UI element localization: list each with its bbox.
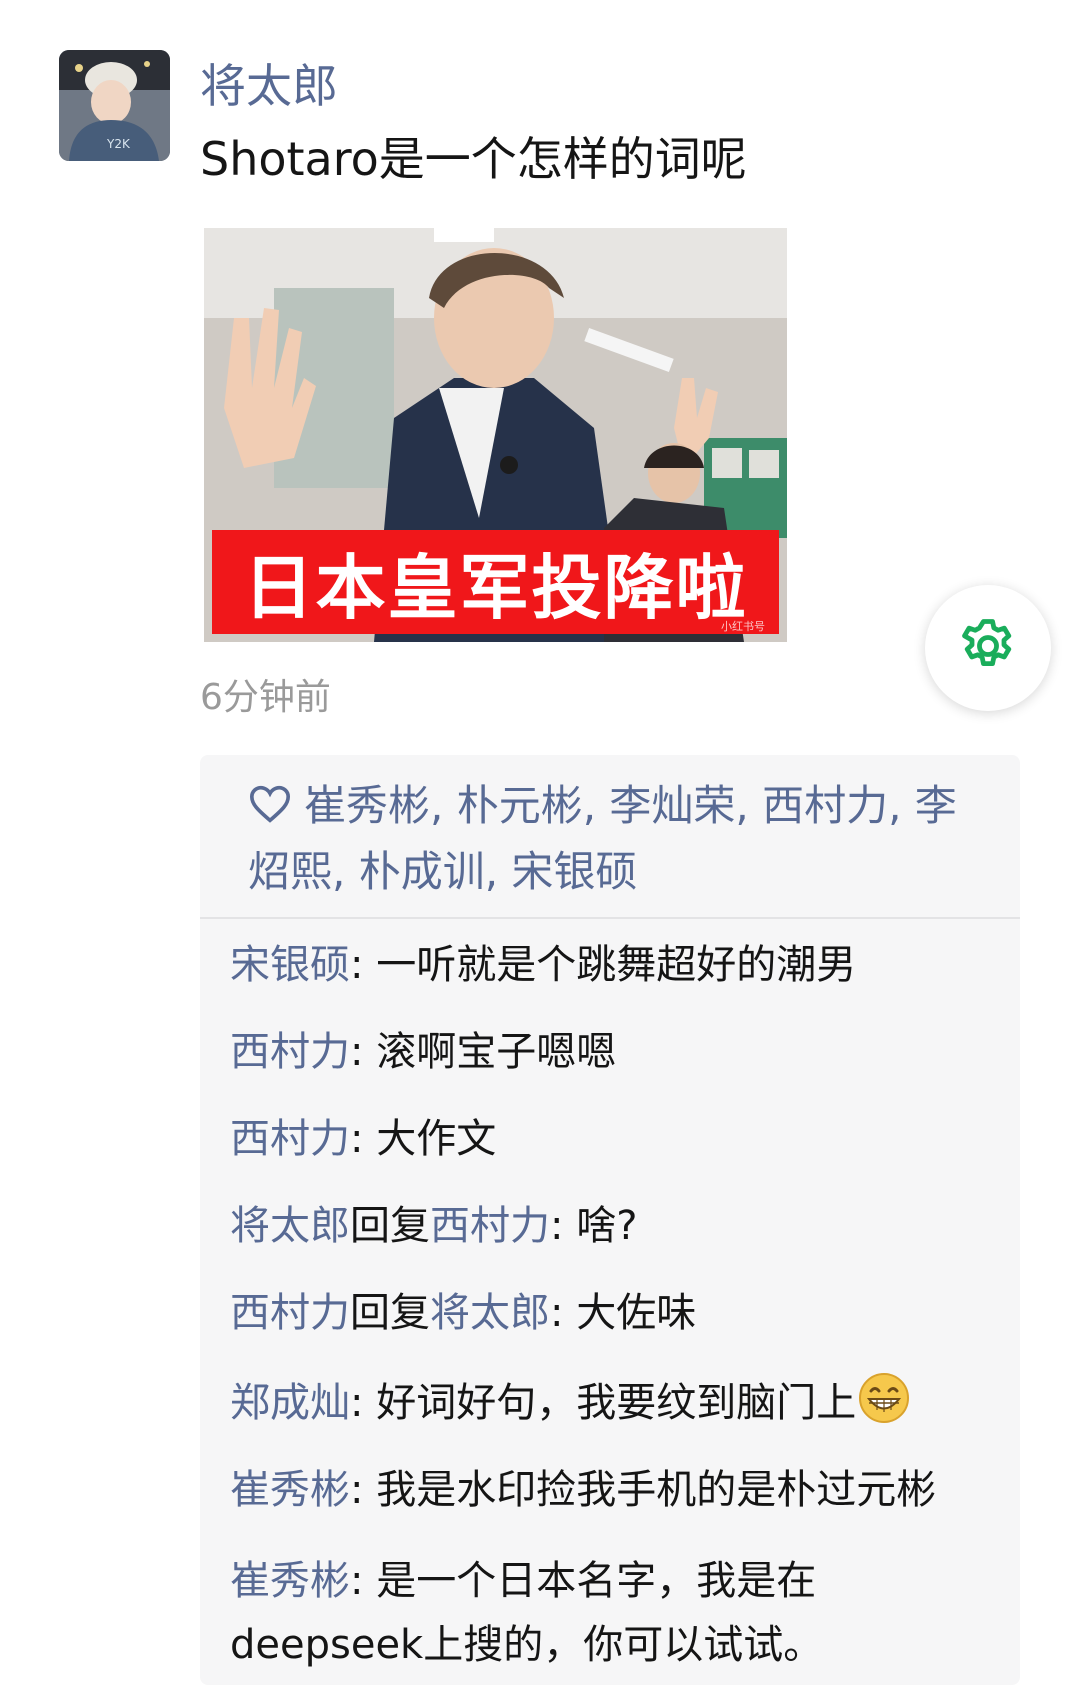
post-text: Shotaro是一个怎样的词呢 — [200, 132, 747, 186]
comment-text: 滚啊宝子嗯嗯 — [376, 1029, 617, 1075]
comment-author[interactable]: 崔秀彬 — [230, 1558, 350, 1604]
post-image[interactable]: 日本皇军投降啦 小红书号 — [204, 228, 787, 642]
comment-text: 一听就是个跳舞超好的潮男 — [376, 942, 857, 988]
post-image-watermark: 小红书号 — [721, 620, 765, 633]
comment-separator: : — [350, 1116, 377, 1162]
gear-icon — [956, 614, 1020, 682]
post-image-caption: 日本皇军投降啦 — [243, 546, 748, 629]
comment-separator: : — [350, 1467, 377, 1513]
grin-emoji-icon — [858, 1372, 910, 1424]
comment-author[interactable]: 西村力 — [230, 1029, 350, 1075]
comment-author[interactable]: 宋银硕 — [230, 942, 350, 988]
reply-target[interactable]: 将太郎 — [430, 1290, 550, 1336]
comment-text: 大作文 — [376, 1116, 497, 1162]
comment-item[interactable]: 崔秀彬: 是一个日本名字，我是在deepseek上搜的，你可以试试。 — [230, 1549, 870, 1677]
comment-separator: : — [350, 942, 377, 988]
comment-item[interactable]: 宋银硕: 一听就是个跳舞超好的潮男 — [230, 937, 1000, 993]
likes-row: 崔秀彬, 朴元彬, 李灿荣, 西村力, 李炤熙, 朴成训, 宋银硕 — [248, 773, 988, 905]
comment-separator: : — [550, 1290, 577, 1336]
author-avatar[interactable]: Y2K — [59, 50, 170, 161]
heart-icon[interactable] — [248, 777, 292, 823]
comment-item[interactable]: 西村力回复将太郎: 大佐味 — [230, 1285, 1000, 1341]
comment-separator: : — [350, 1029, 377, 1075]
reply-word: 回复 — [350, 1203, 430, 1249]
interaction-panel: 崔秀彬, 朴元彬, 李灿荣, 西村力, 李炤熙, 朴成训, 宋银硕 宋银硕: 一… — [200, 755, 1020, 1685]
comment-separator: : — [350, 1380, 377, 1426]
post-timestamp: 6分钟前 — [200, 677, 331, 718]
comment-author[interactable]: 西村力 — [230, 1290, 350, 1336]
settings-button[interactable] — [925, 585, 1051, 711]
comment-text: 啥? — [576, 1203, 638, 1249]
comment-author[interactable]: 西村力 — [230, 1116, 350, 1162]
svg-text:Y2K: Y2K — [106, 137, 131, 151]
comment-author[interactable]: 将太郎 — [230, 1203, 350, 1249]
comment-item[interactable]: 郑成灿: 好词好句，我要纹到脑门上 — [230, 1372, 1000, 1431]
post-author-name[interactable]: 将太郎 — [200, 58, 338, 114]
comment-text: 好词好句，我要纹到脑门上 — [376, 1380, 857, 1426]
comment-item[interactable]: 将太郎回复西村力: 啥? — [230, 1198, 1000, 1254]
comment-item[interactable]: 崔秀彬: 我是水印捡我手机的是朴过元彬 — [230, 1462, 1000, 1518]
comment-item[interactable]: 西村力: 大作文 — [230, 1111, 1000, 1167]
comment-text: 大佐味 — [576, 1290, 697, 1336]
comment-list: 宋银硕: 一听就是个跳舞超好的潮男 西村力: 滚啊宝子嗯嗯 西村力: 大作文 将… — [230, 937, 1000, 1708]
comment-author[interactable]: 郑成灿 — [230, 1380, 350, 1426]
divider — [200, 917, 1020, 919]
post-image-caption-banner: 日本皇军投降啦 — [212, 530, 779, 634]
reply-target[interactable]: 西村力 — [430, 1203, 550, 1249]
comment-item[interactable]: 西村力: 滚啊宝子嗯嗯 — [230, 1024, 1000, 1080]
comment-author[interactable]: 崔秀彬 — [230, 1467, 350, 1513]
comment-separator: : — [350, 1558, 377, 1604]
comment-separator: : — [550, 1203, 577, 1249]
likes-names[interactable]: 崔秀彬, 朴元彬, 李灿荣, 西村力, 李炤熙, 朴成训, 宋银硕 — [248, 781, 957, 896]
reply-word: 回复 — [350, 1290, 430, 1336]
comment-text: 我是水印捡我手机的是朴过元彬 — [376, 1467, 937, 1513]
